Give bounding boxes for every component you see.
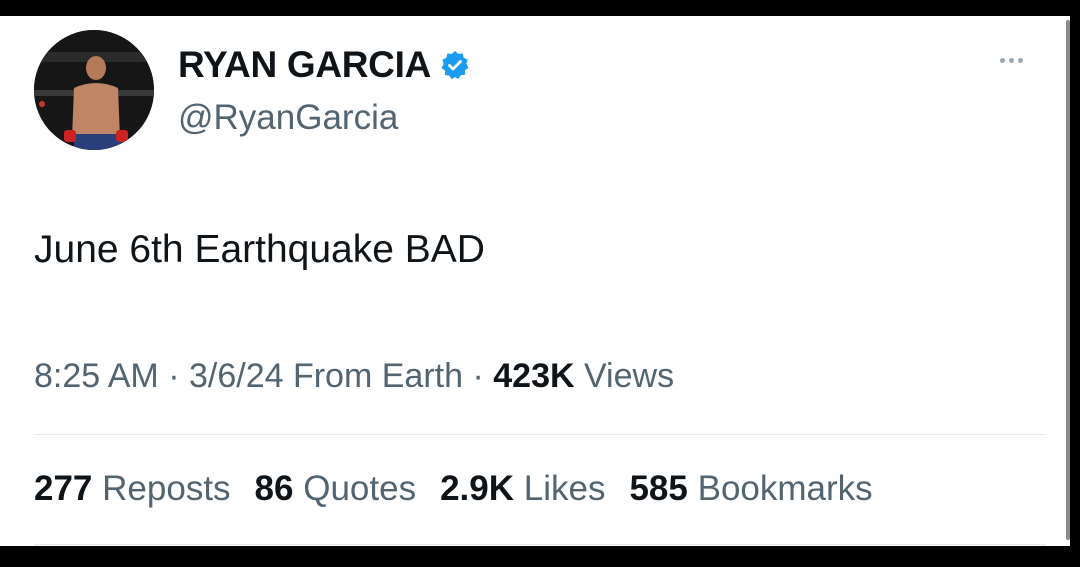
bookmarks-label: Bookmarks [697,469,873,508]
more-dot [1000,58,1005,63]
engagement-stats: 277 Reposts 86 Quotes 2.9K Likes 585 Boo… [34,469,897,509]
reposts-label: Reposts [102,469,231,508]
verified-badge-icon [441,51,469,80]
quotes-count: 86 [254,469,294,508]
views-count: 423K [493,357,575,395]
separator: · [472,357,484,395]
tweet-card [0,16,1070,546]
handle[interactable]: @RyanGarcia [178,98,398,138]
quotes-stat[interactable]: 86 Quotes [255,469,417,509]
bookmarks-stat[interactable]: 585 Bookmarks [629,469,872,509]
tweet-time[interactable]: 8:25 AM [34,357,159,395]
tweet-text: June 6th Earthquake BAD [34,228,485,271]
scrollbar-thumb[interactable] [1066,20,1070,540]
display-name[interactable]: RYAN GARCIA [178,44,431,86]
likes-stat[interactable]: 2.9K Likes [440,469,605,509]
tweet-source: From Earth [292,357,464,395]
divider [34,434,1046,435]
separator: · [168,357,180,395]
avatar-image [34,30,154,150]
more-dot [1018,58,1023,63]
tweet-date[interactable]: 3/6/24 [189,357,284,395]
reposts-stat[interactable]: 277 Reposts [34,469,231,509]
author-row: RYAN GARCIA [178,44,471,86]
likes-count: 2.9K [440,469,515,508]
more-dot [1009,58,1014,63]
more-options-icon[interactable] [1000,58,1023,63]
divider [34,544,1046,545]
bookmarks-count: 585 [629,469,688,508]
quotes-label: Quotes [303,469,417,508]
reposts-count: 277 [34,469,93,508]
likes-label: Likes [523,469,606,508]
views-label: Views [583,357,675,395]
avatar[interactable] [34,30,154,150]
tweet-meta: 8:25 AM · 3/6/24 From Earth · 423K Views [34,357,674,396]
